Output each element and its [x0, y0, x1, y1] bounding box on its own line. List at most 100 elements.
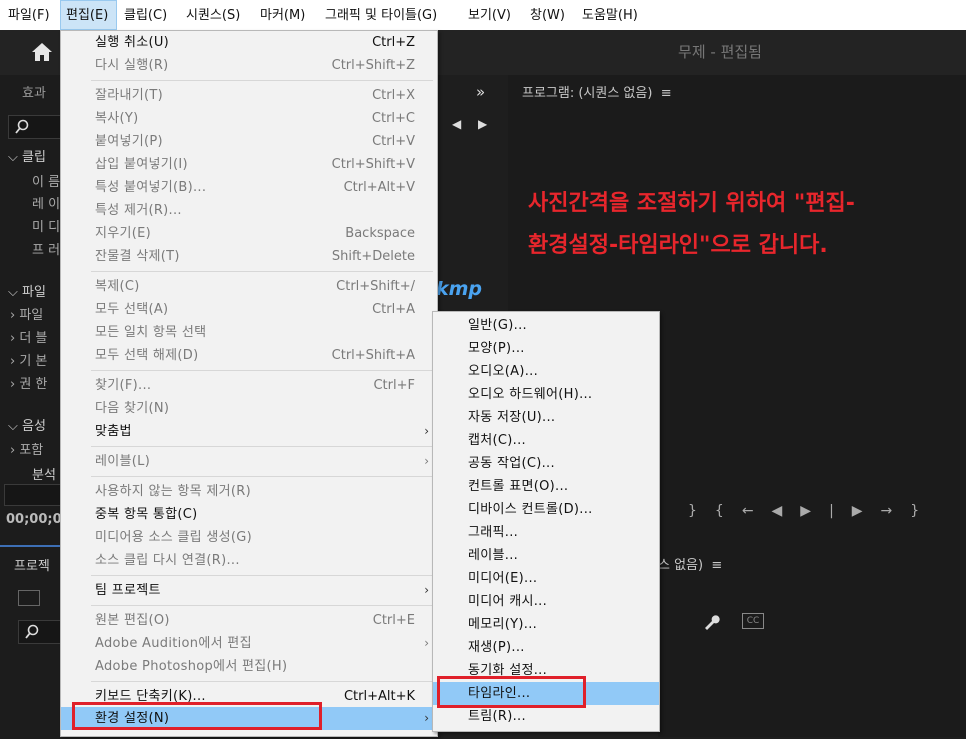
menu-edit[interactable]: 편집(E) [60, 0, 117, 30]
next-arrow-icon[interactable]: ▶ [478, 117, 487, 131]
row-double: › 더 블 [10, 331, 48, 346]
menu-item-select-all[interactable]: 모두 선택(A) Ctrl+A [61, 298, 437, 321]
search-icon [15, 119, 29, 134]
submenu-item-auto-save[interactable]: 자동 저장(U)... [433, 406, 659, 429]
submenu-item-appearance[interactable]: 모양(P)... [433, 337, 659, 360]
menu-item-spelling[interactable]: 맞춤법 › [61, 420, 437, 443]
menu-item-find-next[interactable]: 다음 찾기(N) [61, 397, 437, 420]
submenu-arrow-icon: › [424, 454, 429, 468]
tutorial-annotation: 사진간격을 조절하기 위하여 "편집- 환경설정-타임라인"으로 갑니다. [528, 183, 958, 267]
wrench-icon[interactable] [702, 613, 720, 630]
menu-window[interactable]: 창(W) [525, 0, 570, 30]
submenu-item-audio-hardware[interactable]: 오디오 하드웨어(H)... [433, 383, 659, 406]
menu-item-remove-unused[interactable]: 사용하지 않는 항목 제거(R) [61, 480, 437, 503]
project-search-field[interactable] [18, 620, 62, 644]
row-name: 이 름 [32, 175, 61, 190]
effects-search-field[interactable] [8, 115, 62, 139]
menu-help[interactable]: 도움말(H) [577, 0, 643, 30]
menu-file[interactable]: 파일(F) [3, 0, 55, 30]
program-panel-title[interactable]: 프로그램: (시퀀스 없음) ≡ [522, 82, 672, 101]
menu-clip[interactable]: 클립(C) [119, 0, 172, 30]
menu-item-deselect-all[interactable]: 모두 선택 해제(D) Ctrl+Shift+A [61, 344, 437, 367]
row-file: ⌵ 파일 [8, 285, 46, 300]
preferences-submenu: 일반(G)... 모양(P)... 오디오(A)... 오디오 하드웨어(H).… [432, 311, 660, 732]
submenu-item-collaboration[interactable]: 공동 작업(C)... [433, 452, 659, 475]
menu-separator [91, 575, 433, 576]
submenu-item-capture[interactable]: 캡처(C)... [433, 429, 659, 452]
menu-item-team-projects[interactable]: 팀 프로젝트 › [61, 579, 437, 602]
row-frame: 프 러 [32, 243, 61, 258]
folder-icon[interactable] [18, 590, 40, 606]
menu-item-find[interactable]: 찾기(F)... Ctrl+F [61, 374, 437, 397]
effects-tab[interactable]: 효과 [22, 82, 46, 101]
submenu-arrow-icon: › [424, 636, 429, 650]
kmp-logo: kmp [436, 278, 483, 300]
menu-separator [91, 80, 433, 81]
menu-item-edit-in-audition[interactable]: Adobe Audition에서 편집 › [61, 632, 437, 655]
menu-item-edit-in-photoshop[interactable]: Adobe Photoshop에서 편집(H) [61, 655, 437, 678]
menu-separator [91, 605, 433, 606]
submenu-arrow-icon: › [424, 711, 429, 725]
project-panel: 프로젝 [0, 545, 62, 739]
submenu-item-audio[interactable]: 오디오(A)... [433, 360, 659, 383]
project-tab[interactable]: 프로젝 [14, 555, 50, 574]
menu-item-reconnect-source-clips[interactable]: 소스 클립 다시 연결(R)... [61, 549, 437, 572]
submenu-item-trim[interactable]: 트림(R)... [433, 705, 659, 728]
menu-separator [91, 446, 433, 447]
source-panel-title[interactable]: 스 없음) ≡ [658, 554, 722, 573]
menu-item-edit-original[interactable]: 원본 편집(O) Ctrl+E [61, 609, 437, 632]
panel-overflow-icon[interactable]: » [476, 83, 485, 101]
menu-item-duplicate[interactable]: 복제(C) Ctrl+Shift+/ [61, 275, 437, 298]
analysis-field[interactable] [4, 484, 62, 506]
submenu-item-media[interactable]: 미디어(E)... [433, 567, 659, 590]
menu-separator [91, 681, 433, 682]
source-monitor: 스 없음) ≡ CC [658, 545, 966, 737]
submenu-item-labels[interactable]: 레이블... [433, 544, 659, 567]
transport-controls[interactable]: }{←◀▶|▶→} [688, 503, 937, 519]
submenu-item-device-control[interactable]: 디바이스 컨트롤(D)... [433, 498, 659, 521]
menu-view[interactable]: 보기(V) [463, 0, 516, 30]
prev-arrow-icon[interactable]: ◀ [452, 117, 461, 131]
submenu-arrow-icon: › [424, 424, 429, 438]
row-include: › 포함 [10, 443, 44, 458]
highlight-box-timeline [437, 676, 586, 708]
app-title: 무제 - 편집됨 [678, 43, 762, 61]
menu-graphics[interactable]: 그래픽 및 타이틀(G) [320, 0, 442, 30]
menu-item-remove-attributes[interactable]: 특성 제거(R)... [61, 199, 437, 222]
captions-icon[interactable]: CC [742, 613, 764, 629]
submenu-item-media-cache[interactable]: 미디어 캐시... [433, 590, 659, 613]
timecode: 00;00;0 [6, 512, 62, 527]
home-icon[interactable] [30, 41, 54, 63]
row-rights: › 권 한 [10, 377, 48, 392]
annotation-line-1: 사진간격을 조절하기 위하여 "편집- [528, 191, 855, 216]
menu-item-clear[interactable]: 지우기(E) Backspace [61, 222, 437, 245]
submenu-item-playback[interactable]: 재생(P)... [433, 636, 659, 659]
menu-marker[interactable]: 마커(M) [255, 0, 310, 30]
menu-item-consolidate-duplicates[interactable]: 중복 항목 통합(C) [61, 503, 437, 526]
submenu-item-general[interactable]: 일반(G)... [433, 314, 659, 337]
edit-menu: 실행 취소(U) Ctrl+Z 다시 실행(R) Ctrl+Shift+Z 잘라내기… [60, 30, 438, 737]
submenu-item-memory[interactable]: 메모리(Y)... [433, 613, 659, 636]
menu-item-redo[interactable]: 다시 실행(R) Ctrl+Shift+Z [61, 54, 437, 77]
menu-item-ripple-delete[interactable]: 잔물결 삭제(T) Shift+Delete [61, 245, 437, 268]
menu-item-paste-insert[interactable]: 삽입 붙여넣기(I) Ctrl+Shift+V [61, 153, 437, 176]
menu-item-paste-attributes[interactable]: 특성 붙여넣기(B)... Ctrl+Alt+V [61, 176, 437, 199]
search-icon [25, 624, 39, 639]
row-clip: ⌵ 클립 [8, 150, 46, 165]
highlight-box-preferences [72, 702, 322, 730]
menu-sequence[interactable]: 시퀀스(S) [181, 0, 245, 30]
menu-item-label[interactable]: 레이블(L) › [61, 450, 437, 473]
effects-panel: 효과 ⌵ 클립 이 름 레 이 미 디 프 러 ⌵ 파일 › 파일 › 더 블 … [0, 75, 62, 545]
submenu-item-graphics[interactable]: 그래픽... [433, 521, 659, 544]
row-file2: › 파일 [10, 308, 44, 323]
menu-bar: 파일(F) 편집(E) 클립(C) 시퀀스(S) 마커(M) 그래픽 및 타이틀… [0, 0, 966, 30]
menu-item-cut[interactable]: 잘라내기(T) Ctrl+X [61, 84, 437, 107]
menu-item-generate-source-clips[interactable]: 미디어용 소스 클립 생성(G) [61, 526, 437, 549]
submenu-item-control-surface[interactable]: 컨트롤 표면(O)... [433, 475, 659, 498]
menu-item-undo[interactable]: 실행 취소(U) Ctrl+Z [61, 31, 437, 54]
menu-item-copy[interactable]: 복사(Y) Ctrl+C [61, 107, 437, 130]
annotation-line-2: 환경설정-타임라인"으로 갑니다. [528, 233, 828, 258]
row-audio: ⌵ 음성 [8, 419, 46, 434]
menu-item-select-all-matching[interactable]: 모든 일치 항목 선택 [61, 321, 437, 344]
menu-item-paste[interactable]: 붙여넣기(P) Ctrl+V [61, 130, 437, 153]
